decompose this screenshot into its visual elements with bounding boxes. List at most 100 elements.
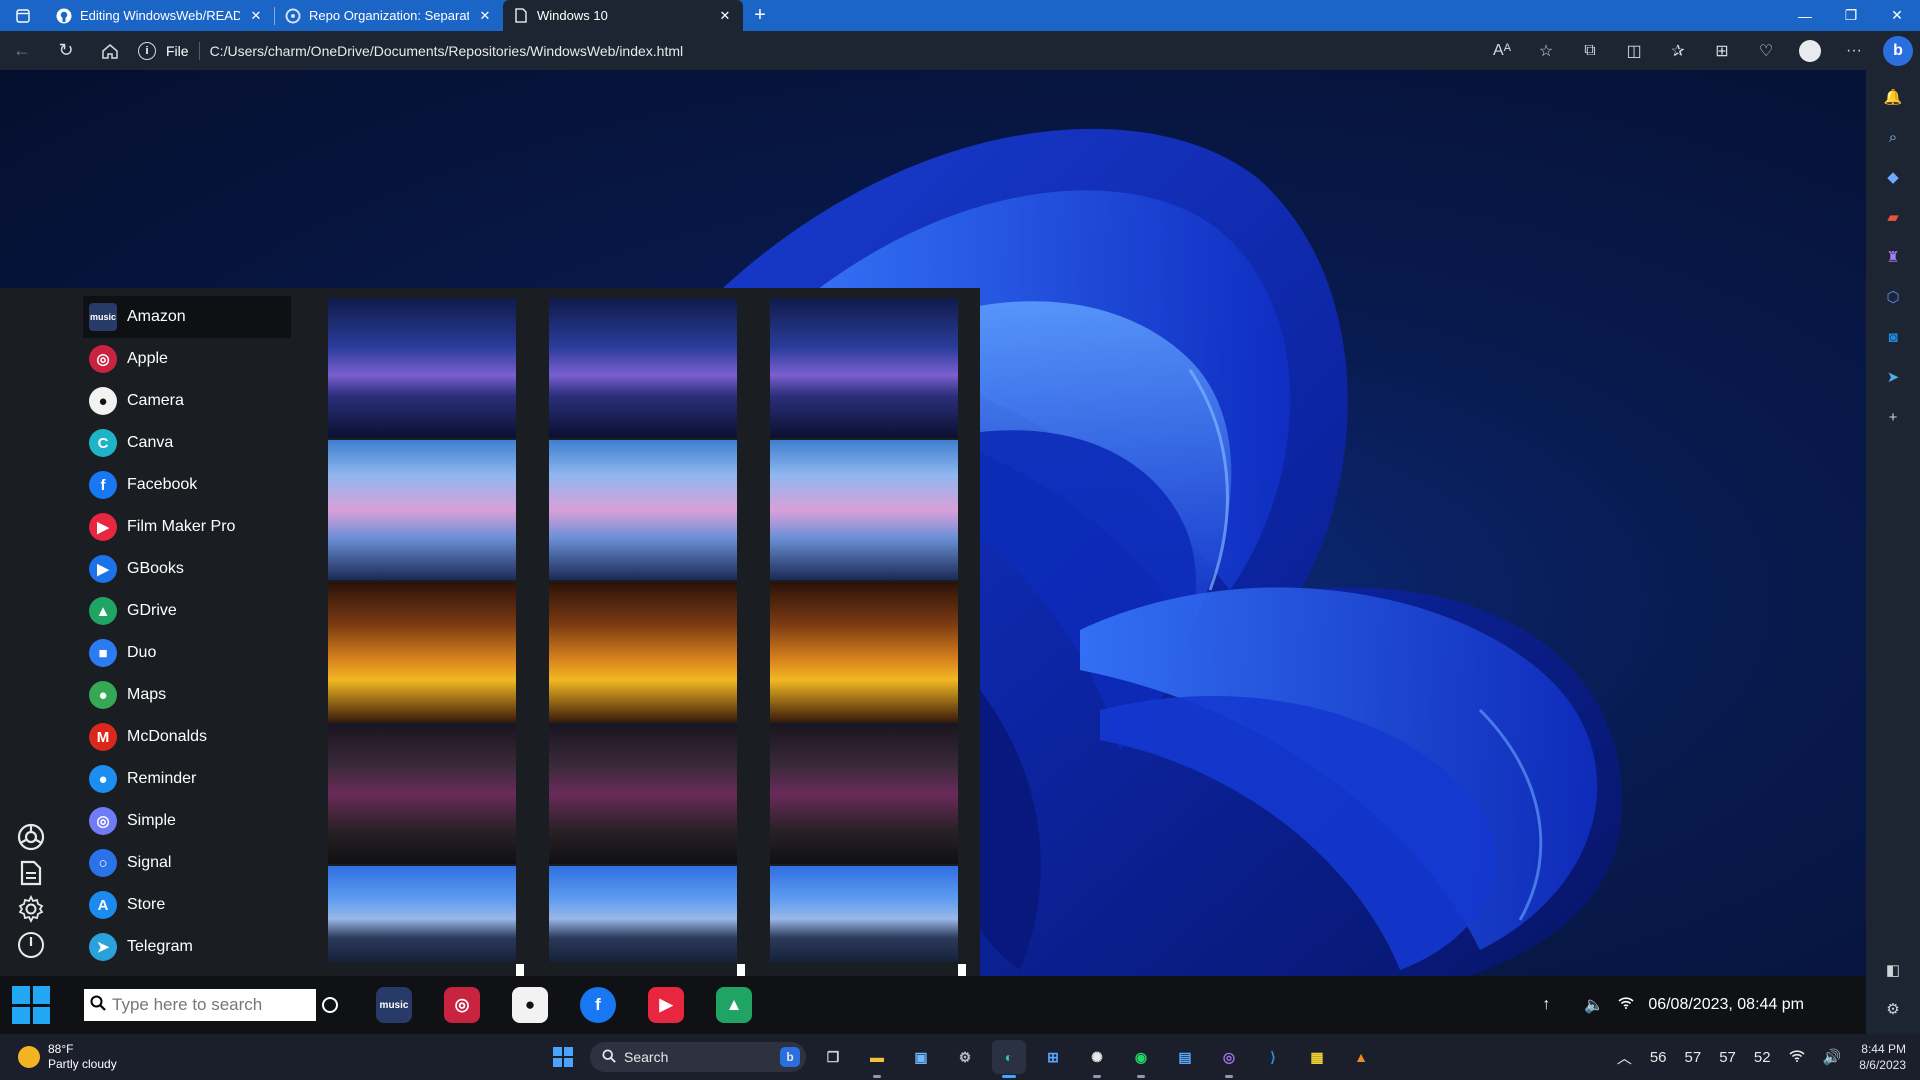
taskbar-search[interactable] bbox=[84, 989, 316, 1021]
app-item-apple[interactable]: ◎ Apple bbox=[83, 338, 291, 380]
windows-search-box[interactable]: Search b bbox=[590, 1042, 806, 1072]
app-item-gbooks[interactable]: ▶ GBooks bbox=[83, 548, 291, 590]
wifi-icon[interactable] bbox=[1618, 996, 1634, 1014]
app-item-amazon[interactable]: music Amazon bbox=[83, 296, 291, 338]
new-tab-button[interactable]: + bbox=[743, 0, 777, 31]
hide-sidebar-icon[interactable]: ◧ bbox=[1878, 955, 1908, 985]
sunset-canyon-scene-tile[interactable] bbox=[549, 582, 737, 722]
remote-desktop-icon[interactable]: ▤ bbox=[1168, 1040, 1202, 1074]
camera-icon[interactable]: ● bbox=[512, 987, 548, 1023]
power-icon[interactable] bbox=[16, 930, 46, 960]
google-drive-icon[interactable]: ▲ bbox=[716, 987, 752, 1023]
cyberpunk-street-scene-tile[interactable] bbox=[549, 724, 737, 864]
app-item-camera[interactable]: ● Camera bbox=[83, 380, 291, 422]
microsoft-store-icon[interactable]: ⊞ bbox=[1036, 1040, 1070, 1074]
night-window-scene-tile[interactable] bbox=[549, 298, 737, 438]
app-item-reminder[interactable]: ● Reminder bbox=[83, 758, 291, 800]
read-aloud-icon[interactable]: Aᴬ bbox=[1480, 42, 1524, 60]
cyberpunk-street-scene-tile[interactable] bbox=[328, 724, 516, 864]
tab-close-icon[interactable]: ✕ bbox=[477, 8, 493, 24]
countryside-house-scene-tile[interactable] bbox=[770, 866, 958, 962]
wifi-icon[interactable] bbox=[1789, 1049, 1805, 1066]
cortana-icon[interactable] bbox=[322, 997, 338, 1013]
app-item-canva[interactable]: C Canva bbox=[83, 422, 291, 464]
sunset-canyon-scene-tile[interactable] bbox=[770, 582, 958, 722]
weather-widget[interactable]: 88°F Partly cloudy bbox=[18, 1042, 117, 1072]
shopping-tag-icon[interactable]: ◆ bbox=[1878, 162, 1908, 192]
amazon-music-icon[interactable]: music bbox=[376, 987, 412, 1023]
cherry-blossom-city-scene-tile[interactable] bbox=[328, 440, 516, 580]
app-item-duo[interactable]: ■ Duo bbox=[83, 632, 291, 674]
minimize-icon[interactable]: — bbox=[1782, 0, 1828, 31]
cherry-blossom-city-scene-tile[interactable] bbox=[549, 440, 737, 580]
split-screen-icon[interactable]: ◫ bbox=[1612, 41, 1656, 61]
refresh-icon[interactable]: ↻ bbox=[44, 31, 88, 70]
settings-icon[interactable]: ⚙ bbox=[948, 1040, 982, 1074]
document-icon[interactable] bbox=[16, 858, 46, 888]
chatgpt-icon[interactable]: ✺ bbox=[1080, 1040, 1114, 1078]
film-maker-icon[interactable]: ▶ bbox=[648, 987, 684, 1023]
favorites-icon[interactable]: ✰ bbox=[1656, 41, 1700, 61]
restore-icon[interactable]: ❐ bbox=[1828, 0, 1874, 31]
webstorm-icon[interactable]: ▦ bbox=[1300, 1040, 1334, 1074]
app-item-maps[interactable]: ● Maps bbox=[83, 674, 291, 716]
office-icon[interactable]: ⬡ bbox=[1878, 282, 1908, 312]
task-view-icon[interactable]: ❐ bbox=[816, 1040, 850, 1074]
volume-icon[interactable]: 🔊 bbox=[1823, 1048, 1842, 1066]
bing-chat-icon[interactable]: b bbox=[1883, 35, 1913, 66]
address-bar[interactable]: i File C:/Users/charm/OneDrive/Documents… bbox=[138, 36, 1438, 66]
night-window-scene-tile[interactable] bbox=[770, 298, 958, 438]
chrome-icon[interactable] bbox=[16, 822, 46, 852]
app-item-simple[interactable]: ◎ Simple bbox=[83, 800, 291, 842]
vlc-icon[interactable]: ▲ bbox=[1344, 1040, 1378, 1074]
search-icon[interactable]: ⌕ bbox=[1878, 122, 1908, 152]
app-item-gdrive[interactable]: ▲ GDrive bbox=[83, 590, 291, 632]
system-clock[interactable]: 8:44 PM 8/6/2023 bbox=[1859, 1041, 1906, 1073]
app-item-telegram[interactable]: ➤ Telegram bbox=[83, 926, 291, 968]
tab-editing-readme[interactable]: Editing WindowsWeb/README.m ✕ bbox=[46, 0, 274, 31]
info-icon[interactable]: i bbox=[138, 41, 156, 60]
apple-podcasts-icon[interactable]: ◎ bbox=[444, 987, 480, 1023]
tab-close-icon[interactable]: ✕ bbox=[717, 8, 733, 24]
app-item-signal[interactable]: ○ Signal bbox=[83, 842, 291, 884]
volume-icon[interactable]: 🔈 bbox=[1584, 995, 1604, 1015]
tab-close-icon[interactable]: ✕ bbox=[248, 8, 264, 24]
app-item-facebook[interactable]: f Facebook bbox=[83, 464, 291, 506]
app-item-store[interactable]: A Store bbox=[83, 884, 291, 926]
cyberpunk-street-scene-tile[interactable] bbox=[770, 724, 958, 864]
facebook-icon[interactable]: f bbox=[580, 987, 616, 1023]
drop-icon[interactable]: ➤ bbox=[1878, 362, 1908, 392]
windows-start-button[interactable] bbox=[546, 1040, 580, 1074]
countryside-house-scene-tile[interactable] bbox=[328, 866, 516, 962]
notification-bell-icon[interactable]: 🔔 bbox=[1878, 82, 1908, 112]
photos-icon[interactable]: ▣ bbox=[904, 1040, 938, 1074]
add-icon[interactable]: + bbox=[1878, 402, 1908, 432]
back-icon[interactable]: ← bbox=[0, 31, 44, 70]
tab-actions-icon[interactable] bbox=[0, 0, 46, 31]
night-window-scene-tile[interactable] bbox=[328, 298, 516, 438]
whatsapp-icon[interactable]: ◉ bbox=[1124, 1040, 1158, 1078]
games-icon[interactable]: ♜ bbox=[1878, 242, 1908, 272]
github-desktop-icon[interactable]: ◎ bbox=[1212, 1040, 1246, 1078]
app-item-film-maker-pro[interactable]: ▶ Film Maker Pro bbox=[83, 506, 291, 548]
tab-repo-organization[interactable]: Repo Organization: Separate or ✕ bbox=[275, 0, 503, 31]
up-arrow-icon[interactable]: ↑ bbox=[1542, 996, 1550, 1014]
search-input[interactable] bbox=[112, 995, 312, 1015]
edge-icon[interactable]: ◐ bbox=[992, 1040, 1026, 1078]
file-explorer-icon[interactable]: ▬ bbox=[860, 1040, 894, 1078]
outlook-icon[interactable]: ◙ bbox=[1878, 322, 1908, 352]
vscode-icon[interactable]: ⟩ bbox=[1256, 1040, 1290, 1074]
app-item-mcdonalds[interactable]: M McDonalds bbox=[83, 716, 291, 758]
profile-avatar[interactable] bbox=[1799, 39, 1821, 62]
health-icon[interactable]: ♡ bbox=[1744, 41, 1788, 61]
extensions-icon[interactable]: ⧉ bbox=[1568, 42, 1612, 60]
sunset-canyon-scene-tile[interactable] bbox=[328, 582, 516, 722]
chevron-up-icon[interactable]: ︿ bbox=[1617, 1047, 1632, 1068]
sidebar-settings-icon[interactable]: ⚙ bbox=[1878, 994, 1908, 1024]
collections-icon[interactable]: ⊞ bbox=[1700, 41, 1744, 61]
home-icon[interactable] bbox=[88, 31, 132, 70]
tab-windows-10[interactable]: Windows 10 ✕ bbox=[503, 0, 743, 31]
url-text[interactable]: C:/Users/charm/OneDrive/Documents/Reposi… bbox=[210, 43, 684, 59]
start-button[interactable] bbox=[8, 982, 54, 1028]
cherry-blossom-city-scene-tile[interactable] bbox=[770, 440, 958, 580]
